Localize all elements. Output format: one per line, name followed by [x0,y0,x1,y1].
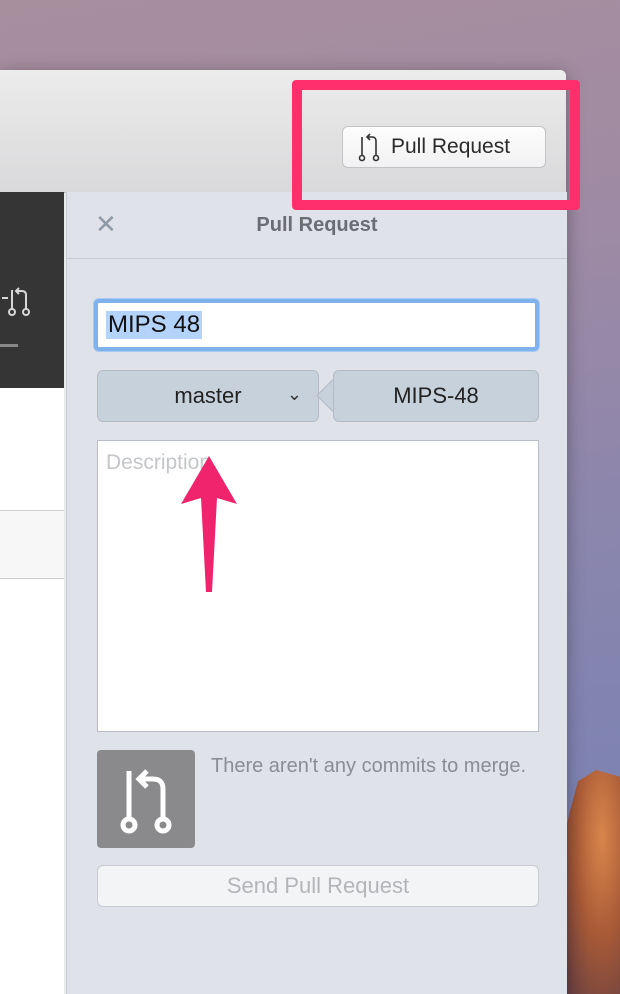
pull-request-icon [120,769,172,834]
no-commits-message: There aren't any commits to merge. [211,755,527,777]
annotation-highlight-box [292,80,580,210]
divider [0,578,64,579]
send-pull-request-button[interactable]: Send Pull Request [97,865,539,907]
tab-underline [0,344,18,347]
annotation-arrow-icon [181,456,237,592]
chevron-down-icon: ⌄ [286,384,302,404]
title-field-selected-text: MIPS 48 [106,311,203,339]
pull-request-status-icon [97,750,195,848]
sidebar-list [0,388,64,994]
head-branch-label: MIPS-48 [393,383,479,408]
base-branch-select[interactable]: master ⌄ [97,370,319,422]
list-item[interactable] [0,511,64,578]
base-branch-label: master [174,383,242,408]
sidebar-dark-strip [0,192,64,388]
pull-request-icon [2,287,30,316]
panel-title: Pull Request [256,214,378,236]
pull-request-title-field[interactable]: MIPS 48 [94,299,539,351]
description-textarea[interactable]: Description [97,440,539,732]
pull-request-panel: ✕ Pull Request MIPS 48 master ⌄ MIPS-48 … [66,192,567,994]
desktop-wallpaper [560,770,620,994]
send-pull-request-label: Send Pull Request [226,873,410,898]
head-branch-field: MIPS-48 [333,370,539,422]
